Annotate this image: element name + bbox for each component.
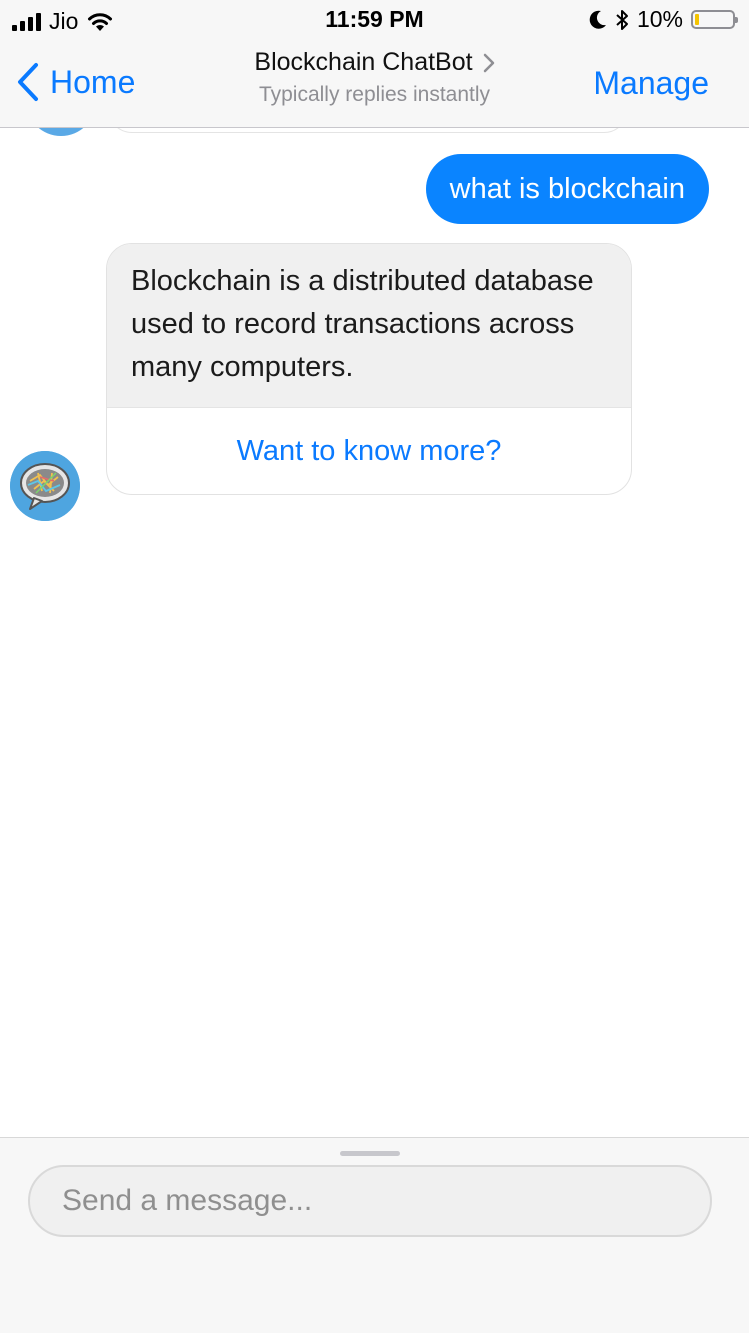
bluetooth-icon xyxy=(616,9,628,30)
status-right: 10% xyxy=(589,6,738,33)
previous-message-bubble xyxy=(108,128,628,133)
status-bar: Jio 11:59 PM 10% xyxy=(0,0,749,40)
battery-icon xyxy=(691,10,738,29)
back-button[interactable]: Home xyxy=(16,62,135,102)
chat-area[interactable]: what is blockchain Blockchain is a distr… xyxy=(0,128,749,1137)
bot-message-text: Blockchain is a distributed database use… xyxy=(107,244,631,407)
message-input[interactable] xyxy=(28,1165,712,1237)
nav-bar: Home Blockchain ChatBot Typically replie… xyxy=(0,40,749,128)
user-message-bubble[interactable]: what is blockchain xyxy=(425,154,709,224)
composer-drag-handle[interactable] xyxy=(340,1151,400,1156)
battery-level xyxy=(695,14,699,25)
bot-avatar[interactable] xyxy=(10,451,80,521)
previous-bot-avatar xyxy=(26,128,96,136)
chevron-left-icon xyxy=(18,63,38,101)
battery-percent: 10% xyxy=(636,6,683,32)
composer xyxy=(0,1137,749,1333)
moon-icon xyxy=(589,10,606,29)
conversation-subtitle: Typically replies instantly xyxy=(258,83,491,106)
manage-button[interactable]: Manage xyxy=(593,65,709,102)
conversation-title: Blockchain ChatBot xyxy=(254,48,473,76)
back-label: Home xyxy=(50,63,136,100)
conversation-title-row[interactable]: Blockchain ChatBot xyxy=(254,48,494,77)
conversation-header[interactable]: Blockchain ChatBot Typically replies ins… xyxy=(200,48,549,107)
want-to-know-more-button[interactable]: Want to know more? xyxy=(107,407,631,494)
chevron-right-icon xyxy=(483,53,494,72)
brain-chat-logo-icon xyxy=(10,451,80,521)
bot-message-card: Blockchain is a distributed database use… xyxy=(106,243,632,495)
